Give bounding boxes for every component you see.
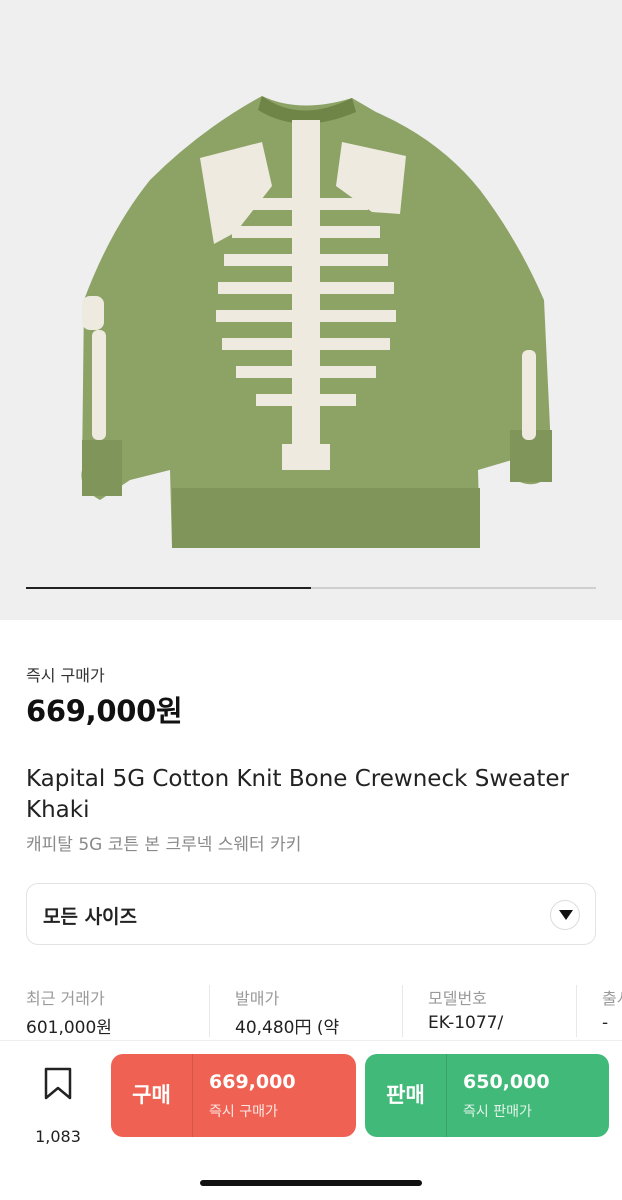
product-title-ko: 캐피탈 5G 코튼 본 크루넥 스웨터 카키 [26,835,302,855]
button-divider [192,1054,193,1137]
chevron-down-icon [550,900,580,930]
product-image [81,96,552,548]
button-divider [446,1054,447,1137]
instant-buy-price-value: 669,000원 [26,694,183,728]
stat-label: 모델번호 [428,989,487,1008]
sell-button-caption: 즉시 판매가 [463,1104,532,1120]
gallery-progress-fill [26,587,311,589]
product-title-en: Kapital 5G Cotton Knit Bone Crewneck Swe… [26,766,569,823]
buy-button-label: 구매 [132,1083,171,1107]
wishlist-button[interactable]: 1,083 [28,1065,88,1146]
stat-value: - [602,1013,609,1033]
instant-buy-price-label: 즉시 구매가 [26,666,105,685]
stat-label: 출시 [602,989,622,1008]
bottom-action-bar: 1,083 구매 669,000 즉시 구매가 판매 650,000 즉시 판매… [0,1040,622,1200]
stat-divider [402,985,403,1037]
product-stats: 최근 거래가 601,000원 발매가 40,480円 (약 모델번호 EK-1… [0,983,622,1043]
size-selector-label: 모든 사이즈 [43,906,138,928]
buy-button-price: 669,000 [209,1071,296,1093]
bookmark-icon [44,1067,72,1100]
stat-value: 601,000원 [26,1018,112,1038]
size-selector[interactable]: 모든 사이즈 [26,883,596,945]
product-image-gallery[interactable] [0,0,622,620]
stat-divider [576,985,577,1037]
buy-button-caption: 즉시 구매가 [209,1104,278,1120]
sell-button-price: 650,000 [463,1071,550,1093]
home-indicator [200,1180,422,1186]
sell-button-label: 판매 [386,1083,425,1107]
buy-button[interactable]: 구매 669,000 즉시 구매가 [111,1054,356,1137]
stat-value: EK-1077/ [428,1013,504,1033]
gallery-progress-track [26,587,596,589]
sell-button[interactable]: 판매 650,000 즉시 판매가 [365,1054,609,1137]
stat-label: 발매가 [235,989,280,1008]
stat-value: 40,480円 (약 [235,1018,340,1038]
stat-label: 최근 거래가 [26,989,105,1008]
wishlist-count: 1,083 [35,1127,81,1146]
stat-divider [209,985,210,1037]
